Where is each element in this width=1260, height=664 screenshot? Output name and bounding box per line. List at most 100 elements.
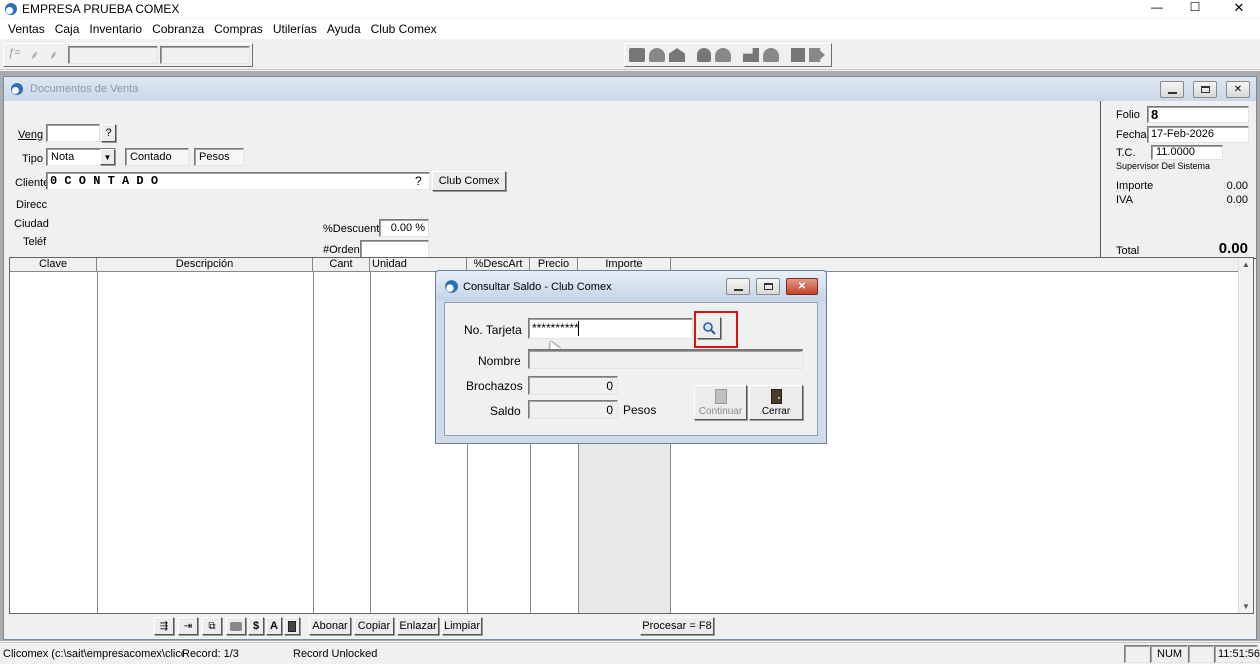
col-cant[interactable]: Cant	[313, 258, 370, 272]
document-icon	[714, 388, 727, 404]
window-logo-icon	[11, 83, 23, 95]
bottom-toolbar: ⇶ ⇥ ⧉ $ A Abonar Copiar Enlazar Limpiar …	[4, 615, 1256, 639]
veng-lookup-button[interactable]: ?	[101, 124, 116, 142]
tipo-label: Tipo	[22, 153, 43, 165]
exit-icon[interactable]	[809, 48, 825, 62]
sales-window-title-bar: Documentos de Venta ✕	[4, 77, 1256, 101]
print-icon[interactable]	[226, 617, 246, 635]
append-row-icon[interactable]: ⇥	[178, 617, 198, 635]
dialog-restore[interactable]	[756, 278, 780, 295]
customer-search-icon[interactable]	[715, 48, 731, 62]
sales-window-title: Documentos de Venta	[30, 83, 139, 95]
grid-divider	[313, 272, 314, 613]
warehouse-icon[interactable]	[669, 48, 685, 62]
fecha-label: Fecha	[1116, 129, 1147, 141]
col-clave[interactable]: Clave	[10, 258, 97, 272]
search-card-button[interactable]	[697, 317, 721, 339]
currency-field[interactable]: Pesos	[194, 148, 244, 166]
font-button[interactable]: A	[266, 617, 282, 635]
sales-icon[interactable]	[629, 48, 645, 62]
continuar-button[interactable]: Continuar	[694, 385, 747, 420]
cerrar-button[interactable]: Cerrar	[749, 385, 803, 420]
menu-cobranza[interactable]: Cobranza	[147, 22, 209, 36]
fecha-field[interactable]: 17-Feb-2026	[1147, 126, 1249, 143]
search-icon[interactable]	[649, 48, 665, 62]
menu-caja[interactable]: Caja	[50, 22, 85, 36]
importe-label: Importe	[1116, 180, 1154, 192]
menu-compras[interactable]: Compras	[209, 22, 268, 36]
total-label: Total	[1116, 245, 1140, 257]
menu-club-comex[interactable]: Club Comex	[366, 22, 442, 36]
consultar-saldo-dialog: Consultar Saldo - Club Comex ✕ No. Tarje…	[435, 270, 827, 444]
tipo-value: Nota	[51, 151, 75, 163]
status-num: NUM	[1157, 648, 1183, 660]
tc-value: 11.0000	[1156, 146, 1195, 158]
insert-row-icon[interactable]: ⇶	[154, 617, 174, 635]
cliente-lookup-icon[interactable]: ?	[415, 174, 422, 188]
dialog-logo-icon	[445, 280, 458, 293]
supplier-icon[interactable]	[743, 48, 759, 62]
search-icon	[703, 322, 716, 335]
supplier-search-icon[interactable]	[763, 48, 779, 62]
tarjeta-label: No. Tarjeta	[464, 323, 522, 337]
main-toolbar: ƒ= ⸙ ⸙	[0, 40, 1260, 70]
calculator-icon[interactable]	[284, 617, 300, 635]
sales-window-close[interactable]: ✕	[1226, 81, 1250, 98]
saldo-label: Saldo	[490, 404, 521, 418]
cliente-input[interactable]: 0 C O N T A D O ?	[46, 172, 430, 190]
saldo-value: 0	[606, 403, 613, 417]
text-cursor	[578, 321, 579, 336]
minimize-button[interactable]: —	[1148, 0, 1166, 14]
col-descripcion[interactable]: Descripción	[97, 258, 313, 272]
abonar-button[interactable]: Abonar	[309, 617, 351, 635]
dialog-close[interactable]: ✕	[786, 278, 818, 295]
club-comex-button[interactable]: Club Comex	[432, 171, 506, 191]
toolbar-field-2[interactable]	[160, 46, 250, 64]
cliente-value: 0 C O N T A D O	[50, 174, 159, 188]
cliente-label: Cliente	[15, 177, 50, 189]
descuento-input[interactable]: 0.00 %	[379, 219, 429, 237]
currency-button[interactable]: $	[248, 617, 264, 635]
menu-inventario[interactable]: Inventario	[84, 22, 147, 36]
nombre-field[interactable]	[528, 350, 803, 369]
toolbar-field-1[interactable]	[68, 46, 158, 64]
copy-icon[interactable]: ⧉	[202, 617, 222, 635]
menu-ayuda[interactable]: Ayuda	[322, 22, 366, 36]
copiar-button[interactable]: Copiar	[354, 617, 394, 635]
fecha-value: 17-Feb-2026	[1151, 128, 1214, 140]
report-icon[interactable]	[791, 48, 805, 62]
pesos-label: Pesos	[623, 403, 657, 417]
menu-utilerias[interactable]: Utilerías	[268, 22, 322, 36]
folio-field[interactable]: 8	[1147, 106, 1249, 123]
menu-ventas[interactable]: Ventas	[3, 22, 50, 36]
brochazos-label: Brochazos	[466, 379, 523, 393]
maximize-button[interactable]: ☐	[1186, 0, 1204, 14]
sales-window-restore[interactable]	[1193, 81, 1217, 98]
orden-input[interactable]	[360, 240, 429, 258]
status-path: Clicomex (c:\sait\empresacomex\clicor	[3, 648, 183, 660]
customer-icon[interactable]	[697, 48, 711, 62]
close-button[interactable]: ✕	[1230, 0, 1248, 16]
vertical-scrollbar[interactable]: ▲ ▼	[1238, 258, 1253, 613]
currency-value: Pesos	[199, 151, 230, 163]
status-bar: Clicomex (c:\sait\empresacomex\clicor Re…	[0, 642, 1260, 664]
payment-type-field[interactable]: Contado	[125, 148, 189, 166]
tarjeta-input[interactable]: **********	[528, 318, 693, 339]
limpiar-button[interactable]: Limpiar	[442, 617, 482, 635]
tipo-select[interactable]: Nota ▼	[46, 148, 116, 166]
enlazar-button[interactable]: Enlazar	[397, 617, 439, 635]
scroll-up-icon[interactable]: ▲	[1242, 260, 1250, 269]
function-icon[interactable]: ƒ=	[8, 47, 21, 59]
toolbar-left-group: ƒ= ⸙ ⸙	[3, 43, 253, 67]
status-time-panel: 11:51:56	[1214, 645, 1260, 663]
scroll-down-icon[interactable]: ▼	[1242, 602, 1250, 611]
dialog-minimize[interactable]	[726, 278, 750, 295]
status-panel-empty	[1124, 645, 1150, 663]
tc-field[interactable]: 11.0000	[1151, 145, 1223, 160]
veng-input[interactable]	[46, 124, 100, 142]
sales-window-minimize[interactable]	[1160, 81, 1184, 98]
tree-icon[interactable]: ⸙	[30, 46, 39, 63]
chevron-down-icon[interactable]: ▼	[100, 149, 115, 165]
procesar-button[interactable]: Procesar = F8	[640, 617, 714, 635]
network-icon[interactable]: ⸙	[49, 46, 58, 63]
